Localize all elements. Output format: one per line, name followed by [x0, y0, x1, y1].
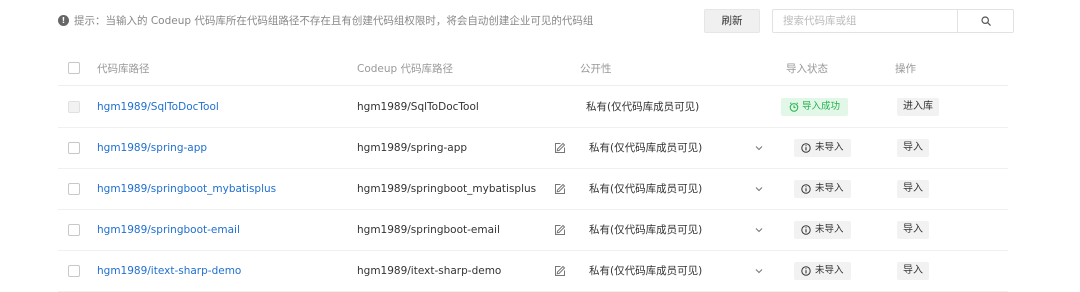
header-visibility: 公开性	[580, 63, 612, 75]
clock-icon	[789, 102, 799, 112]
visibility-select[interactable]: 私有(仅代码库成员可见)	[589, 169, 702, 210]
header-codeup-path: Codeup 代码库路径	[357, 63, 454, 75]
info-circle-icon	[801, 184, 811, 194]
info-circle-icon	[801, 225, 811, 235]
visibility-text: 私有(仅代码库成员可见)	[586, 101, 700, 113]
status-label: 未导入	[815, 224, 844, 235]
table-row: hgm1989/springboot-email hgm1989/springb…	[58, 210, 1008, 251]
search-box	[772, 9, 1014, 33]
repo-path-link[interactable]: hgm1989/itext-sharp-demo	[97, 251, 241, 292]
status-badge: 未导入	[794, 221, 851, 239]
edit-icon[interactable]	[554, 265, 566, 277]
tip-text: 提示：当输入的 Codeup 代码库所在代码组路径不存在且有创建代码组权限时，将…	[74, 15, 594, 27]
visibility-select[interactable]: 私有(仅代码库成员可见)	[589, 128, 702, 169]
visibility-select[interactable]: 私有(仅代码库成员可见)	[589, 251, 702, 292]
select-all-checkbox[interactable]	[68, 62, 80, 74]
header-actions: 操作	[895, 63, 916, 75]
chevron-down-icon[interactable]	[754, 184, 764, 194]
enter-repo-button[interactable]: 进入库	[897, 98, 939, 116]
repo-path-link[interactable]: hgm1989/SqlToDocTool	[97, 87, 219, 128]
info-circle-icon	[801, 266, 811, 276]
edit-icon[interactable]	[554, 224, 566, 236]
edit-icon[interactable]	[554, 142, 566, 154]
import-button[interactable]: 导入	[897, 221, 929, 239]
repo-path-link[interactable]: hgm1989/springboot-email	[97, 210, 240, 251]
header-status: 导入状态	[786, 63, 828, 75]
status-badge: 未导入	[794, 180, 851, 198]
import-button[interactable]: 导入	[897, 180, 929, 198]
edit-icon[interactable]	[554, 183, 566, 195]
refresh-button[interactable]: 刷新	[704, 9, 760, 33]
codeup-path: hgm1989/SqlToDocTool	[357, 101, 479, 113]
row-checkbox[interactable]	[68, 142, 80, 154]
repo-path-link[interactable]: hgm1989/springboot_mybatisplus	[97, 169, 276, 210]
table-row: hgm1989/SqlToDocTool hgm1989/SqlToDocToo…	[58, 87, 1008, 128]
status-label: 未导入	[815, 142, 844, 153]
import-button[interactable]: 导入	[897, 262, 929, 280]
header-path: 代码库路径	[97, 63, 150, 75]
chevron-down-icon[interactable]	[754, 143, 764, 153]
row-checkbox[interactable]	[68, 265, 80, 277]
chevron-down-icon[interactable]	[754, 266, 764, 276]
status-badge: 未导入	[794, 262, 851, 280]
table-header: 代码库路径 Codeup 代码库路径 公开性 导入状态 操作	[58, 50, 1008, 86]
visibility-select[interactable]: 私有(仅代码库成员可见)	[589, 210, 702, 251]
import-button[interactable]: 导入	[897, 139, 929, 157]
codeup-path: hgm1989/springboot_mybatisplus	[357, 183, 537, 195]
search-input[interactable]	[773, 10, 957, 32]
row-checkbox	[68, 101, 80, 113]
row-checkbox[interactable]	[68, 224, 80, 236]
status-label: 未导入	[815, 183, 844, 194]
status-label: 导入成功	[802, 101, 841, 112]
chevron-down-icon[interactable]	[754, 225, 764, 235]
repo-path-link[interactable]: hgm1989/spring-app	[97, 128, 207, 169]
info-icon: !	[58, 15, 69, 26]
status-badge: 未导入	[794, 139, 851, 157]
row-checkbox[interactable]	[68, 183, 80, 195]
info-circle-icon	[801, 143, 811, 153]
table-row: hgm1989/itext-sharp-demo hgm1989/itext-s…	[58, 251, 1008, 292]
codeup-path: hgm1989/itext-sharp-demo	[357, 265, 502, 277]
status-badge: 导入成功	[781, 98, 849, 116]
search-icon	[980, 16, 991, 26]
search-button[interactable]	[957, 10, 1013, 32]
import-toolbar: ! 提示：当输入的 Codeup 代码库所在代码组路径不存在且有创建代码组权限时…	[0, 0, 1080, 40]
table-row: hgm1989/springboot_mybatisplus hgm1989/s…	[58, 169, 1008, 210]
codeup-path: hgm1989/spring-app	[357, 142, 468, 154]
table-row: hgm1989/spring-app hgm1989/spring-app 私有…	[58, 128, 1008, 169]
codeup-path: hgm1989/springboot-email	[357, 224, 500, 236]
status-label: 未导入	[815, 265, 844, 276]
